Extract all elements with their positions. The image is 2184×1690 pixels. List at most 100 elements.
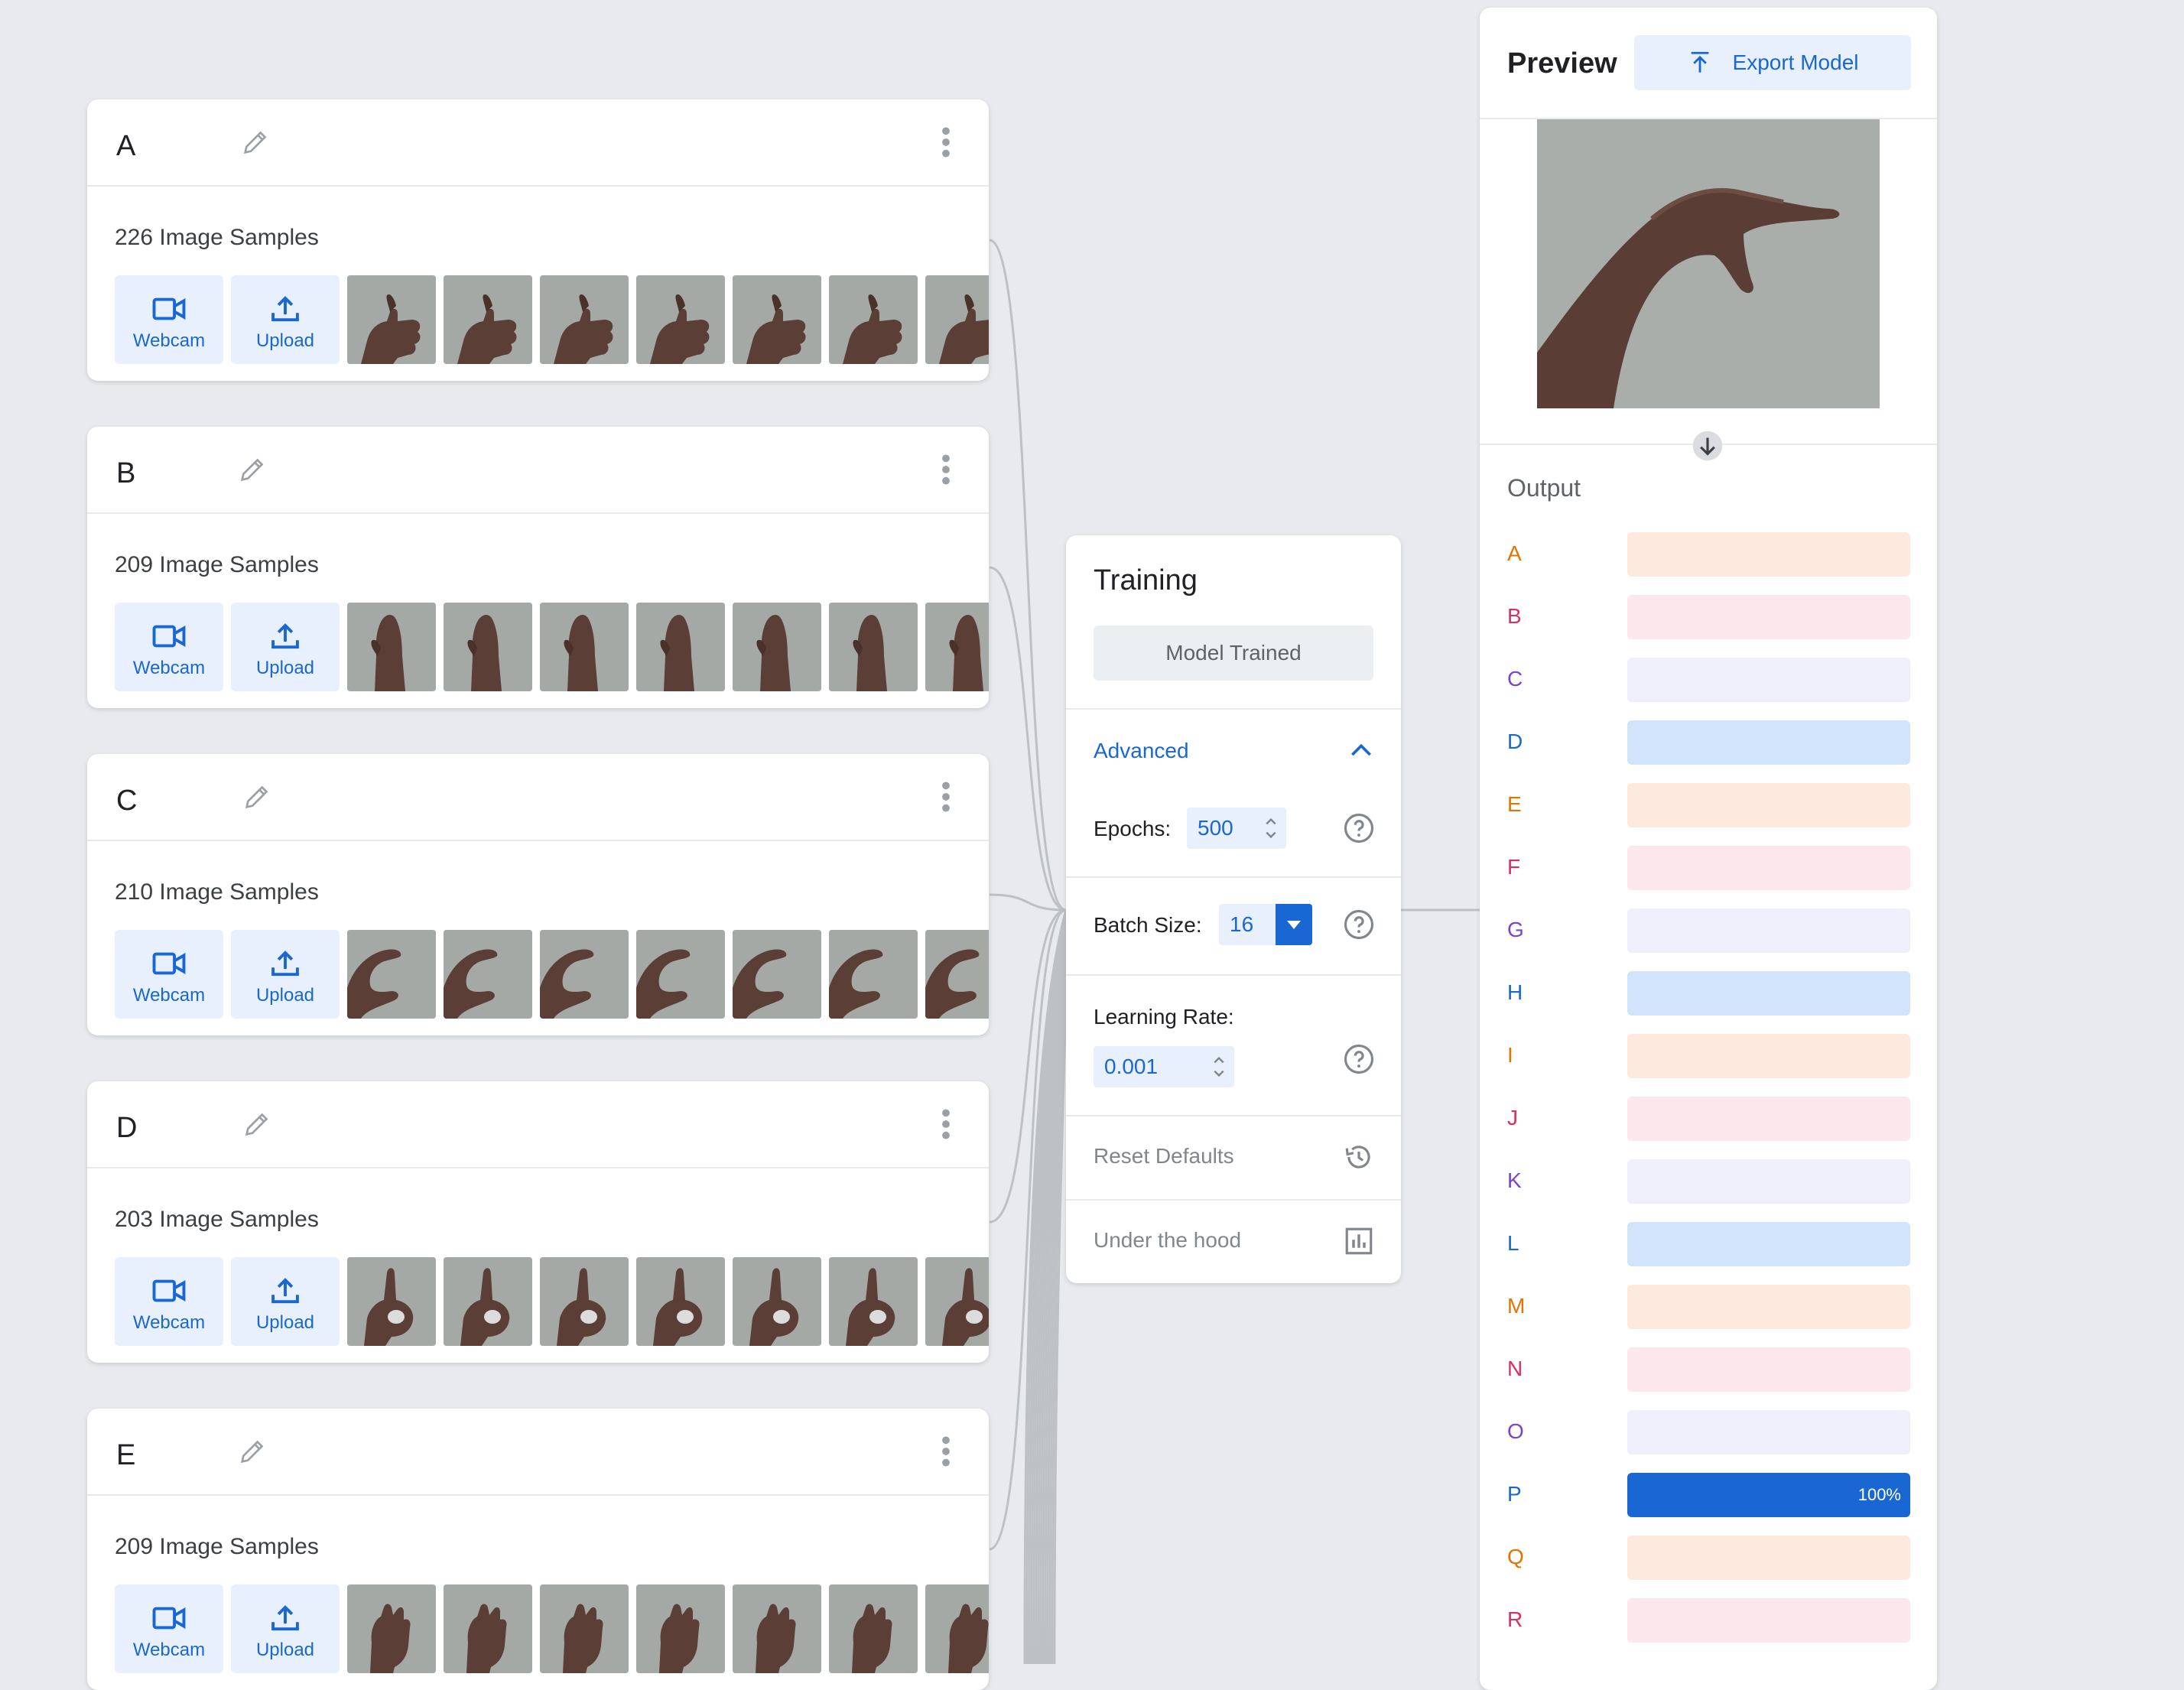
output-label: E bbox=[1507, 792, 1522, 816]
epochs-input[interactable]: 500 bbox=[1187, 808, 1286, 849]
upload-label: Upload bbox=[255, 1640, 315, 1660]
more-vert-icon[interactable] bbox=[940, 453, 952, 486]
output-row-i: I bbox=[1480, 1034, 1937, 1078]
sample-thumbnail[interactable] bbox=[347, 275, 436, 364]
bar-chart-icon[interactable] bbox=[1343, 1225, 1375, 1257]
sample-thumbnail[interactable] bbox=[347, 1584, 436, 1673]
pencil-icon[interactable] bbox=[242, 1109, 272, 1139]
sample-thumbnail[interactable] bbox=[444, 275, 532, 364]
class-card-d: D 203 Image Samples Webcam Upload bbox=[87, 1081, 989, 1363]
advanced-toggle[interactable]: Advanced bbox=[1094, 739, 1189, 763]
class-name[interactable]: E bbox=[116, 1439, 135, 1472]
history-icon[interactable] bbox=[1343, 1141, 1375, 1173]
output-label: C bbox=[1507, 667, 1523, 691]
pencil-icon[interactable] bbox=[237, 454, 268, 485]
sample-count: 209 Image Samples bbox=[115, 552, 319, 577]
output-row-e: E bbox=[1480, 783, 1937, 827]
sample-thumbnail[interactable] bbox=[733, 1584, 821, 1673]
sample-thumbnail[interactable] bbox=[925, 1584, 989, 1673]
class-name[interactable]: B bbox=[116, 457, 135, 490]
sample-thumbnail[interactable] bbox=[636, 603, 725, 691]
upload-arrow-icon bbox=[1691, 51, 1708, 73]
epochs-label: Epochs: bbox=[1094, 817, 1172, 840]
reset-defaults-button[interactable]: Reset Defaults bbox=[1094, 1144, 1234, 1168]
more-vert-icon[interactable] bbox=[940, 1435, 952, 1468]
webcam-button[interactable]: Webcam bbox=[115, 930, 223, 1019]
sample-thumbnail[interactable] bbox=[540, 1584, 629, 1673]
chevron-up-icon[interactable] bbox=[1346, 736, 1376, 766]
spinner-icon[interactable] bbox=[1211, 1054, 1227, 1080]
sample-thumbnail[interactable] bbox=[925, 1257, 989, 1346]
divider bbox=[1066, 1115, 1401, 1116]
webcam-button[interactable]: Webcam bbox=[115, 275, 223, 364]
upload-button[interactable]: Upload bbox=[231, 275, 340, 364]
pencil-icon[interactable] bbox=[240, 127, 271, 158]
sample-thumbnail[interactable] bbox=[636, 275, 725, 364]
sample-thumbnail[interactable] bbox=[540, 275, 629, 364]
help-icon[interactable] bbox=[1343, 1043, 1375, 1075]
sample-thumbnail[interactable] bbox=[925, 275, 989, 364]
sample-thumbnail[interactable] bbox=[540, 930, 629, 1019]
webcam-button[interactable]: Webcam bbox=[115, 603, 223, 691]
sample-thumbnail[interactable] bbox=[540, 1257, 629, 1346]
sample-thumbnail[interactable] bbox=[733, 603, 821, 691]
pencil-icon[interactable] bbox=[237, 1436, 268, 1467]
dropdown-arrow-icon[interactable] bbox=[1276, 904, 1312, 945]
upload-button[interactable]: Upload bbox=[231, 930, 340, 1019]
upload-label: Upload bbox=[255, 330, 315, 351]
under-the-hood-button[interactable]: Under the hood bbox=[1094, 1228, 1241, 1253]
confidence-bar bbox=[1627, 846, 1910, 890]
sample-thumbnail[interactable] bbox=[347, 930, 436, 1019]
spinner-icon[interactable] bbox=[1263, 815, 1279, 841]
sample-thumbnail[interactable] bbox=[444, 1584, 532, 1673]
sample-thumbnail[interactable] bbox=[444, 930, 532, 1019]
sample-thumbnail[interactable] bbox=[829, 1584, 918, 1673]
upload-icon bbox=[271, 951, 299, 977]
more-vert-icon[interactable] bbox=[940, 1107, 952, 1141]
more-vert-icon[interactable] bbox=[940, 780, 952, 814]
sample-thumbnail[interactable] bbox=[540, 603, 629, 691]
export-model-button[interactable]: Export Model bbox=[1634, 35, 1911, 90]
upload-button[interactable]: Upload bbox=[231, 1584, 340, 1673]
sample-thumbnail[interactable] bbox=[829, 930, 918, 1019]
confidence-bar bbox=[1627, 1536, 1910, 1580]
training-title: Training bbox=[1094, 564, 1198, 596]
output-label: P bbox=[1507, 1482, 1522, 1506]
divider bbox=[1066, 708, 1401, 710]
arrow-down-circle-icon bbox=[1692, 431, 1723, 461]
sample-thumbnail[interactable] bbox=[347, 1257, 436, 1346]
sample-thumbnail[interactable] bbox=[733, 275, 821, 364]
sample-thumbnail[interactable] bbox=[733, 930, 821, 1019]
preview-title: Preview bbox=[1507, 47, 1617, 80]
sample-thumbnail[interactable] bbox=[636, 1584, 725, 1673]
sample-thumbnail[interactable] bbox=[829, 275, 918, 364]
help-icon[interactable] bbox=[1343, 812, 1375, 844]
sample-thumbnail[interactable] bbox=[636, 930, 725, 1019]
sample-thumbnail[interactable] bbox=[925, 603, 989, 691]
learning-rate-value: 0.001 bbox=[1104, 1055, 1159, 1078]
help-icon[interactable] bbox=[1343, 908, 1375, 941]
webcam-preview-image bbox=[1537, 119, 1880, 408]
upload-button[interactable]: Upload bbox=[231, 603, 340, 691]
batch-size-select[interactable]: 16 bbox=[1219, 904, 1312, 945]
webcam-button[interactable]: Webcam bbox=[115, 1584, 223, 1673]
sample-thumbnail[interactable] bbox=[636, 1257, 725, 1346]
class-name[interactable]: C bbox=[116, 785, 137, 817]
pencil-icon[interactable] bbox=[242, 782, 272, 812]
upload-button[interactable]: Upload bbox=[231, 1257, 340, 1346]
confidence-bar bbox=[1627, 1410, 1910, 1454]
sample-thumbnail[interactable] bbox=[733, 1257, 821, 1346]
sample-thumbnail[interactable] bbox=[444, 603, 532, 691]
confidence-bar bbox=[1627, 532, 1910, 577]
sample-thumbnail[interactable] bbox=[829, 603, 918, 691]
class-name[interactable]: D bbox=[116, 1112, 137, 1145]
learning-rate-input[interactable]: 0.001 bbox=[1094, 1046, 1234, 1087]
sample-thumbnail[interactable] bbox=[829, 1257, 918, 1346]
sample-thumbnail[interactable] bbox=[347, 603, 436, 691]
webcam-button[interactable]: Webcam bbox=[115, 1257, 223, 1346]
class-name[interactable]: A bbox=[116, 130, 135, 163]
sample-thumbnail[interactable] bbox=[925, 930, 989, 1019]
sample-thumbnail[interactable] bbox=[444, 1257, 532, 1346]
model-trained-button[interactable]: Model Trained bbox=[1094, 626, 1373, 681]
more-vert-icon[interactable] bbox=[940, 125, 952, 159]
